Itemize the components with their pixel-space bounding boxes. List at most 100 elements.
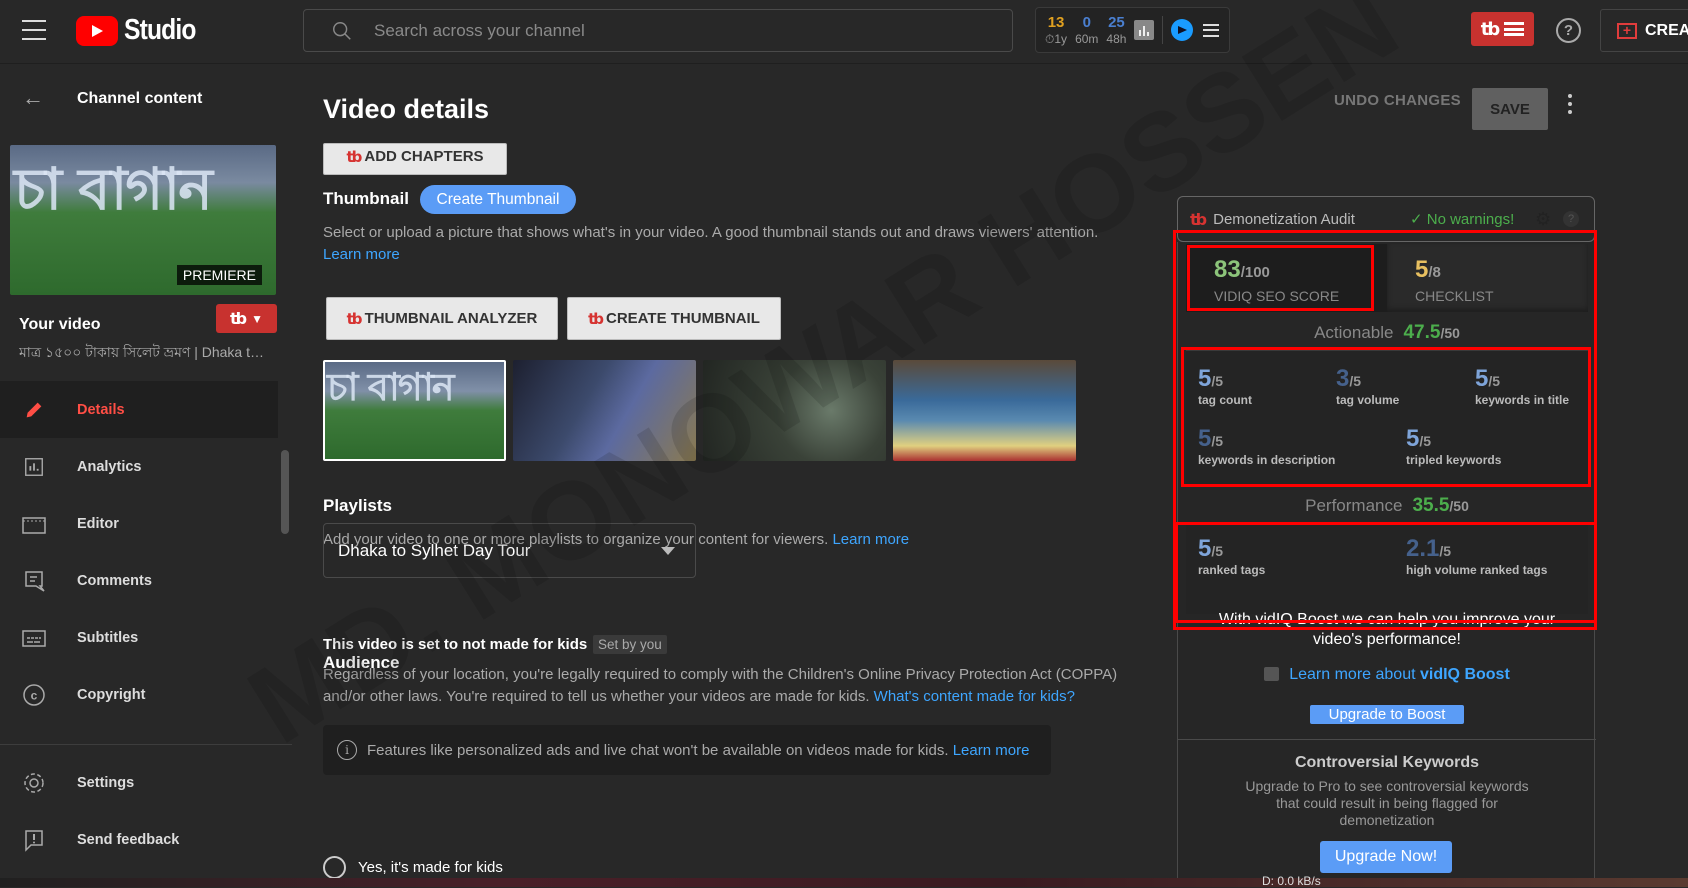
no-warnings-status: ✓ No warnings! bbox=[1410, 211, 1515, 228]
thumbnail-option[interactable] bbox=[893, 360, 1076, 461]
channel-content-title[interactable]: Channel content bbox=[77, 90, 202, 108]
metric-tag-count: 5/5 tag count bbox=[1198, 365, 1252, 408]
playlist-dropdown[interactable]: Dhaka to Sylhet Day Tour bbox=[323, 523, 696, 578]
metric-tag-volume: 3/5 tag volume bbox=[1336, 365, 1400, 408]
metric-keywords-in-description: 5/5 keywords in description bbox=[1198, 425, 1336, 468]
sidebar-item-details[interactable]: Details bbox=[0, 381, 278, 438]
bar-chart-icon[interactable] bbox=[1134, 20, 1155, 40]
kids-content-link[interactable]: What's content made for kids? bbox=[874, 688, 1075, 705]
sidebar-item-comments[interactable]: Comments bbox=[0, 552, 278, 609]
tubebuddy-logo-icon: tb bbox=[588, 309, 604, 328]
sidebar-item-analytics[interactable]: Analytics bbox=[0, 438, 278, 495]
pencil-icon bbox=[22, 398, 46, 422]
chevron-down-icon: ▼ bbox=[251, 311, 263, 326]
svg-text:c: c bbox=[31, 688, 38, 702]
save-button[interactable]: SAVE bbox=[1472, 88, 1548, 130]
audience-description: Regardless of your location, you're lega… bbox=[323, 666, 1118, 705]
video-title: মাত্র ১৫০০ টাকায় সিলেট ভ্রমণ | Dhaka to… bbox=[19, 344, 269, 360]
gear-icon bbox=[22, 771, 46, 795]
thumbnail-option-selected[interactable]: চা বাগান bbox=[323, 360, 506, 461]
divider bbox=[1162, 16, 1164, 44]
metric-keywords-in-title: 5/5 keywords in title bbox=[1475, 365, 1570, 408]
score-tabs: 83/100 VIDIQ SEO SCORE 5/8 CHECKLIST bbox=[1186, 244, 1588, 312]
vidiq-scorecard: 83/100 VIDIQ SEO SCORE 5/8 CHECKLIST Act… bbox=[1177, 242, 1596, 887]
search-icon bbox=[333, 21, 351, 40]
menu-icon bbox=[1504, 22, 1525, 36]
sidebar-scrollbar[interactable] bbox=[281, 450, 289, 534]
back-arrow-icon[interactable]: ← bbox=[22, 85, 44, 111]
more-options-icon[interactable] bbox=[1568, 94, 1574, 114]
undo-changes-button[interactable]: UNDO CHANGES bbox=[1334, 92, 1461, 109]
controversial-keywords-description: Upgrade to Pro to see controversial keyw… bbox=[1245, 778, 1529, 828]
vidiq-menu-icon[interactable] bbox=[1203, 23, 1220, 37]
thumbnail-option[interactable] bbox=[703, 360, 886, 461]
create-video-icon: + bbox=[1617, 22, 1637, 39]
help-icon[interactable]: ? bbox=[1563, 211, 1579, 227]
info-learn-more-link[interactable]: Learn more bbox=[953, 742, 1030, 759]
create-button[interactable]: + CREA bbox=[1600, 9, 1688, 52]
tubebuddy-dropdown-button[interactable]: tb ▼ bbox=[216, 304, 277, 333]
copyright-icon: c bbox=[22, 683, 46, 707]
your-video-label: Your video bbox=[19, 316, 101, 333]
vidiq-panel: tb Demonetization Audit ✓ No warnings! ⚙… bbox=[1177, 196, 1596, 887]
divider bbox=[1178, 739, 1596, 740]
performance-metrics: 5/5 ranked tags 2.1/5 high volume ranked… bbox=[1186, 524, 1588, 614]
tab-checklist[interactable]: 5/8 CHECKLIST bbox=[1387, 244, 1588, 312]
subtitles-icon bbox=[22, 626, 46, 650]
gear-icon[interactable]: ⚙ bbox=[1535, 209, 1551, 230]
metric-high-volume-ranked-tags: 2.1/5 high volume ranked tags bbox=[1406, 535, 1548, 578]
create-thumbnail-button[interactable]: tb CREATE THUMBNAIL bbox=[567, 297, 781, 340]
sidebar: ← Channel content চা বাগান PREMIERE Your… bbox=[0, 64, 292, 887]
upgrade-to-boost-button[interactable]: Upgrade to Boost bbox=[1310, 705, 1464, 724]
editor-icon bbox=[22, 512, 46, 536]
tubebuddy-logo-icon: tb bbox=[1480, 18, 1500, 40]
top-bar: Studio 13 ⏱1y 0 60m 25 48h tb ? + CREA bbox=[0, 0, 1688, 64]
add-chapters-button[interactable]: tb ADD CHAPTERS bbox=[323, 143, 507, 175]
learn-more-boost-link[interactable]: Learn more about vidIQ Boost bbox=[1178, 666, 1596, 684]
video-thumbnail[interactable]: চা বাগান PREMIERE bbox=[10, 145, 276, 295]
tubebuddy-logo-icon: tb bbox=[1190, 209, 1207, 229]
sidebar-item-send-feedback[interactable]: Send feedback bbox=[0, 811, 278, 868]
upgrade-now-button[interactable]: Upgrade Now! bbox=[1320, 841, 1452, 873]
studio-logo[interactable]: Studio bbox=[76, 14, 208, 47]
thumbnail-analyzer-button[interactable]: tb THUMBNAIL ANALYZER bbox=[326, 297, 558, 340]
metric-tripled-keywords: 5/5 tripled keywords bbox=[1406, 425, 1502, 468]
thumbnail-learn-more-link[interactable]: Learn more bbox=[323, 246, 400, 263]
playlist-play-icon bbox=[1264, 667, 1280, 681]
search-box[interactable] bbox=[303, 9, 1013, 52]
clock-icon: ⏱ bbox=[1045, 32, 1055, 46]
thumbnail-description: Select or upload a picture that shows wh… bbox=[323, 224, 1099, 263]
vidiq-stats-widget[interactable]: 13 ⏱1y 0 60m 25 48h bbox=[1035, 7, 1230, 53]
boost-promo-text: With vidIQ Boost we can help you improve… bbox=[1218, 611, 1556, 648]
controversial-keywords-title: Controversial Keywords bbox=[1294, 754, 1480, 771]
thumbnail-option[interactable] bbox=[513, 360, 696, 461]
sidebar-item-editor[interactable]: Editor bbox=[0, 495, 278, 552]
tab-seo-score[interactable]: 83/100 VIDIQ SEO SCORE bbox=[1186, 244, 1387, 312]
demonetization-audit-header[interactable]: tb Demonetization Audit ✓ No warnings! ⚙… bbox=[1177, 196, 1595, 242]
comments-icon bbox=[22, 569, 46, 593]
sidebar-nav: Details Analytics Editor Comments Subtit… bbox=[0, 381, 278, 723]
net-speed-readout: D: 0.0 kB/s bbox=[1262, 874, 1321, 888]
help-icon[interactable]: ? bbox=[1556, 18, 1581, 43]
vidiq-logo-icon[interactable] bbox=[1171, 19, 1194, 41]
sidebar-item-subtitles[interactable]: Subtitles bbox=[0, 609, 278, 666]
metric-ranked-tags: 5/5 ranked tags bbox=[1198, 535, 1266, 578]
search-input[interactable] bbox=[374, 20, 974, 41]
create-thumbnail-pill-button[interactable]: Create Thumbnail bbox=[420, 185, 576, 214]
hamburger-menu-icon[interactable] bbox=[22, 20, 46, 40]
thumbnail-heading: Thumbnail bbox=[323, 189, 409, 208]
app-name: Studio bbox=[124, 14, 196, 46]
divider bbox=[0, 744, 292, 745]
sidebar-item-copyright[interactable]: c Copyright bbox=[0, 666, 278, 723]
tubebuddy-menu-button[interactable]: tb bbox=[1471, 12, 1534, 46]
sidebar-item-settings[interactable]: Settings bbox=[0, 754, 278, 811]
playlists-learn-more-link[interactable]: Learn more bbox=[832, 531, 909, 548]
tubebuddy-logo-icon: tb bbox=[346, 309, 363, 328]
radio-button[interactable] bbox=[323, 856, 346, 879]
set-by-badge: Set by you bbox=[593, 635, 667, 654]
taskbar-strip: D: 0.0 kB/s bbox=[0, 874, 1688, 888]
stat-48h: 25 48h bbox=[1106, 14, 1127, 46]
made-for-kids-yes-option[interactable]: Yes, it's made for kids bbox=[323, 856, 503, 879]
premiere-badge: PREMIERE bbox=[176, 265, 262, 285]
youtube-logo-icon bbox=[76, 15, 118, 46]
